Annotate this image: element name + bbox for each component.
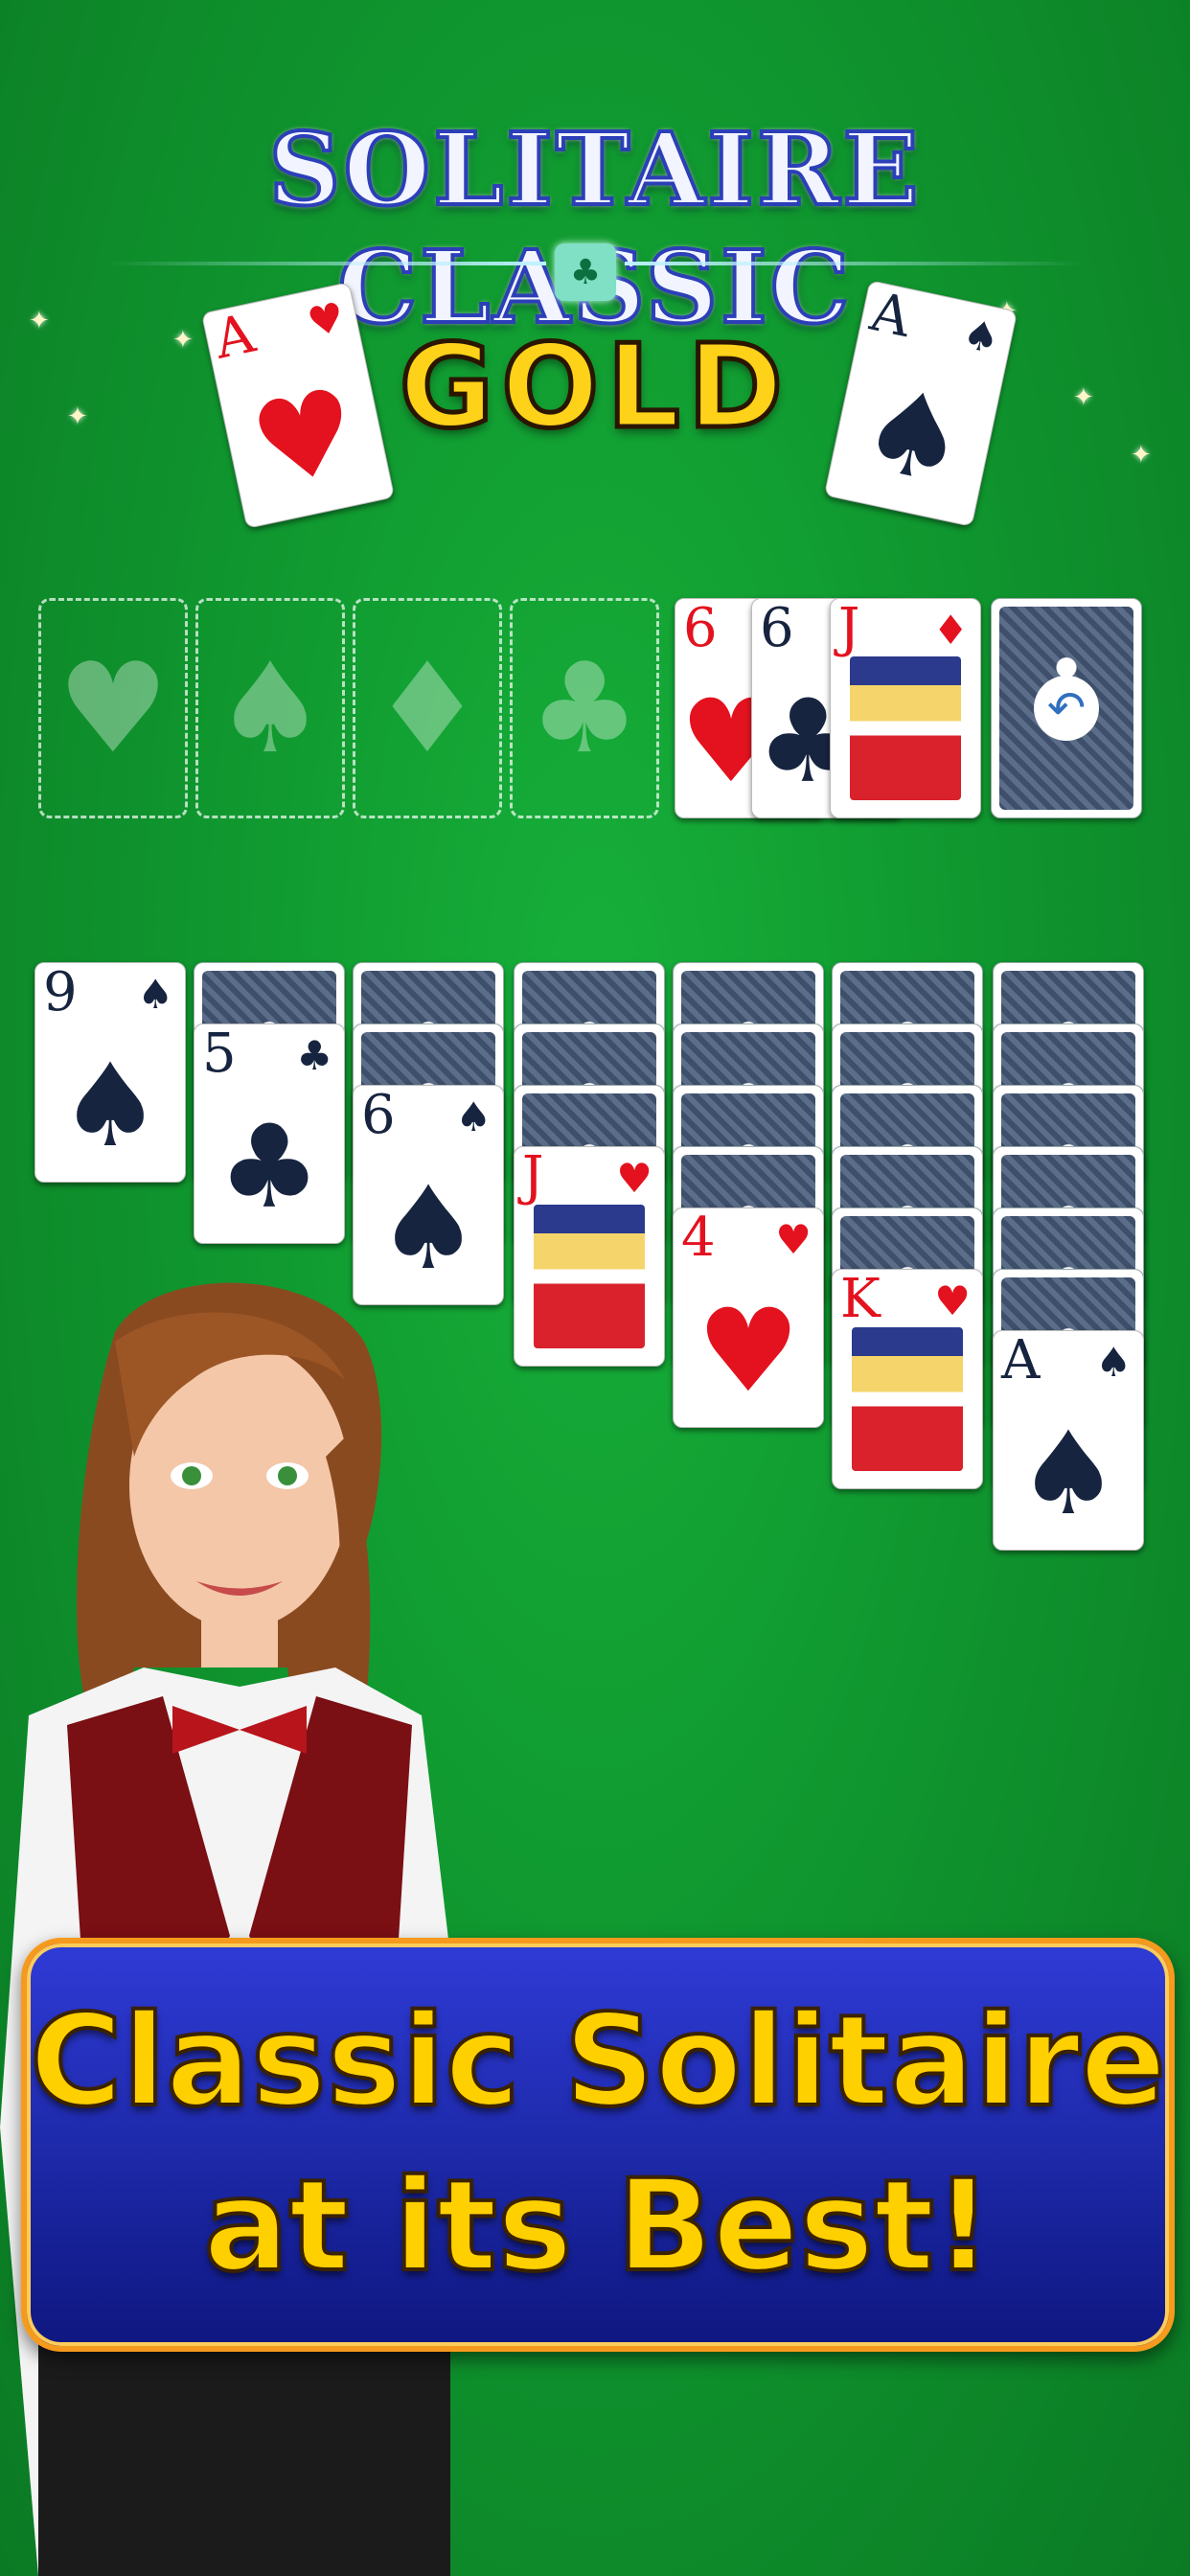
card-rank: A xyxy=(1001,1330,1041,1392)
foundation-hearts[interactable]: ♥ xyxy=(38,598,188,818)
card-suit-icon: ♦ xyxy=(932,607,969,654)
card-center-suit-icon: ♣ xyxy=(217,1101,321,1234)
card-rank: 4 xyxy=(681,1208,716,1269)
court-face-art xyxy=(852,1327,963,1471)
card-suit-icon: ♥ xyxy=(934,1277,971,1324)
title-divider-left xyxy=(105,262,546,265)
heart-icon: ♥ xyxy=(57,635,170,781)
promo-banner: Classic Solitaire at its Best! xyxy=(21,1938,1175,2352)
card-rank: J xyxy=(522,1146,544,1208)
card-suit-icon: ♥ xyxy=(616,1155,652,1202)
banner-line-2: at its Best! xyxy=(201,2150,994,2302)
recycle-icon: ↶ xyxy=(1034,676,1099,741)
sparkle-icon: ✦ xyxy=(172,326,194,355)
card-suit-icon: ♣ xyxy=(296,1032,332,1079)
card-rank: A xyxy=(209,302,261,372)
tableau-card-2[interactable]: 5 ♣ ♣ xyxy=(194,1024,345,1244)
card-suit-icon: ♥ xyxy=(303,292,349,347)
foundation-clubs[interactable]: ♣ xyxy=(510,598,659,818)
dealer-character xyxy=(0,1282,450,2576)
waste-card-top[interactable]: J ♦ xyxy=(830,598,981,818)
card-suit-icon: ♠ xyxy=(1095,1339,1132,1386)
court-face-art xyxy=(534,1205,645,1348)
title-divider-right xyxy=(625,262,1085,265)
tableau-card-6[interactable]: K ♥ xyxy=(832,1269,983,1489)
card-center-suit-icon: ♠ xyxy=(1017,1408,1120,1541)
club-icon: ♣ xyxy=(528,635,641,781)
foundation-spades[interactable]: ♠ xyxy=(195,598,345,818)
card-center-suit-icon: ♥ xyxy=(697,1285,800,1418)
card-suit-icon: ♥ xyxy=(775,1216,812,1263)
card-center-suit-icon: ♥ xyxy=(240,362,370,515)
diamond-icon: ♦ xyxy=(371,635,484,781)
card-center-suit-icon: ♠ xyxy=(849,360,978,513)
banner-line-1: Classic Solitaire xyxy=(28,1986,1168,2137)
foundation-diamonds[interactable]: ♦ xyxy=(353,598,502,818)
card-rank: 6 xyxy=(361,1085,396,1146)
sparkle-icon: ✦ xyxy=(1131,441,1152,470)
sparkle-icon: ✦ xyxy=(29,307,50,335)
stock-pile[interactable]: ↶ xyxy=(991,598,1142,818)
card-rank: 5 xyxy=(202,1024,237,1085)
card-suit-icon: ♠ xyxy=(455,1093,492,1140)
cards-badge-icon: ♣ xyxy=(555,243,616,301)
card-rank: 6 xyxy=(683,598,718,659)
sparkle-icon: ✦ xyxy=(67,402,88,431)
card-center-suit-icon: ♠ xyxy=(58,1040,162,1173)
card-rank: A xyxy=(865,280,917,350)
tableau-card-5[interactable]: 4 ♥ ♥ xyxy=(673,1208,824,1428)
sparkle-icon: ✦ xyxy=(1073,383,1094,412)
card-rank: K xyxy=(840,1269,881,1330)
card-suit-icon: ♠ xyxy=(137,971,173,1018)
card-rank: 6 xyxy=(760,598,794,659)
tableau-card-4[interactable]: J ♥ xyxy=(514,1146,665,1367)
tableau-card-7[interactable]: A ♠ ♠ xyxy=(993,1330,1144,1551)
spade-icon: ♠ xyxy=(214,635,327,781)
card-rank: J xyxy=(838,598,860,659)
jack-face-art xyxy=(850,656,961,800)
card-suit-icon: ♠ xyxy=(958,310,1004,363)
tableau-card-1[interactable]: 9 ♠ ♠ xyxy=(34,962,186,1183)
card-rank: 9 xyxy=(43,962,78,1024)
